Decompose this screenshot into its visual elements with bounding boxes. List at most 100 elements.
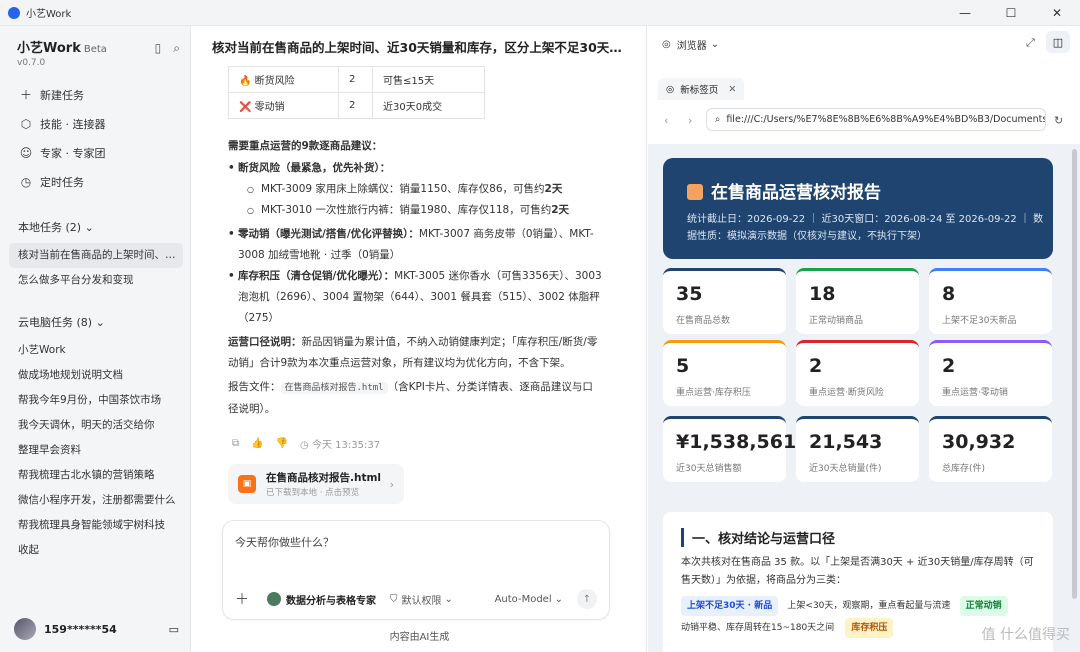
task-item[interactable]: 帮我梳理具身智能领域宇树科技: [9, 513, 183, 538]
file-status: 已下载到本地 · 点击预览: [266, 488, 360, 498]
close-icon[interactable]: ✕: [728, 84, 736, 95]
browser-label[interactable]: 浏览器: [677, 37, 707, 52]
kpi-value: 2: [809, 355, 823, 377]
section-text: 本次共核对在售商品 35 款。以「上架是否满30天 + 近30天销量/库存周转（…: [681, 557, 1034, 586]
copy-icon[interactable]: ⧉: [232, 438, 239, 449]
expert-selector[interactable]: 数据分析与表格专家: [286, 592, 376, 607]
bullet-title: 断货风险（最紧急，优先补货）：: [238, 162, 391, 174]
thumbs-down-icon[interactable]: 👎: [276, 438, 288, 449]
add-icon[interactable]: ＋: [235, 589, 249, 609]
chevron-right-icon: ›: [389, 477, 394, 491]
chat-panel: 核对当前在售商品的上架时间、近30天销量和库存，区分上架不足30天的新品 🔥 断…: [192, 26, 647, 652]
title-bar: 小艺Work — ☐ ✕: [0, 0, 1080, 26]
expand-icon[interactable]: ⤢: [1026, 36, 1035, 50]
model-selector[interactable]: Auto-Model: [495, 594, 552, 605]
report-file-code[interactable]: 在售商品核对报告.html: [280, 382, 388, 394]
report-meta-line2: 据性质：模拟演示数据（仅核对与建议，不执行下架）: [687, 231, 927, 242]
permission-selector[interactable]: 默认权限: [402, 592, 442, 607]
report-page: 在售商品运营核对报告 统计截止日：2026-09-22 ｜ 近30天窗口：202…: [648, 144, 1080, 652]
version-label: v0.7.0: [17, 58, 46, 68]
kpi-label: 总库存(件): [942, 464, 986, 474]
section-title: 一、核对结论与运营口径: [681, 528, 835, 547]
kpi-value: 21,543: [809, 431, 883, 453]
chevron-down-icon: ⌄: [95, 316, 105, 329]
beta-badge: Beta: [83, 44, 107, 55]
task-item[interactable]: 核对当前在售商品的上架时间、近30天销量和库存，区分上架不足30天的新品: [9, 243, 183, 268]
menu-skills[interactable]: ⬡ 技能 · 连接器: [0, 109, 191, 138]
table-cell: 2: [338, 92, 373, 119]
menu-new-task[interactable]: ＋ 新建任务: [0, 80, 191, 109]
heading: 需要重点运营的9款逐商品建议：: [228, 140, 383, 152]
kpi-card: ¥1,538,561 近30天总销售额: [663, 416, 796, 482]
kpi-card: 2 重点运营·断货风险: [796, 340, 919, 406]
sidebar: 小艺Work Beta v0.7.0 ▯ ⌕ ＋新建任务 ⬡ 技能 · 连接器 ☺ 专…: [0, 26, 191, 652]
split-view-icon[interactable]: ◫: [1046, 31, 1070, 53]
input-placeholder[interactable]: 今天帮你做些什么？: [235, 534, 334, 550]
file-attachment[interactable]: ▣ 在售商品核对报告.html 已下载到本地 · 点击预览 ›: [228, 464, 404, 504]
menu-experts[interactable]: ☺ 专家 · 专家团: [0, 138, 191, 167]
report-meta-line1: 统计截止日：2026-09-22 ｜ 近30天窗口：2026-08-24 至 2…: [687, 214, 1044, 225]
message-icon[interactable]: ▭: [169, 623, 179, 636]
local-tasks-header[interactable]: 本地任务 (2) ⌄: [18, 219, 94, 235]
kpi-card: 18 正常动销商品: [796, 268, 919, 334]
task-item[interactable]: 小艺Work: [9, 338, 183, 363]
user-profile[interactable]: 159******54 ▭: [14, 618, 179, 640]
globe-icon: ◎: [666, 83, 675, 95]
brand: 小艺Work Beta v0.7.0: [17, 37, 107, 68]
menu-label: 技能 · 连接器: [40, 117, 106, 131]
kpi-label: 上架不足30天新品: [942, 316, 1017, 326]
sidebar-toggle-icon[interactable]: ▯: [155, 41, 162, 56]
back-icon[interactable]: ‹: [664, 114, 668, 127]
kpi-label: 近30天总销量(件): [809, 464, 882, 474]
cloud-tasks-header[interactable]: 云电脑任务 (8) ⌄: [18, 314, 105, 330]
chevron-down-icon: ⌄: [84, 221, 94, 234]
task-item[interactable]: 帮我梳理古北水镇的营销策略: [9, 463, 183, 488]
close-icon[interactable]: ✕: [1034, 0, 1080, 26]
task-item[interactable]: 整理早会资料: [9, 438, 183, 463]
table-cell: 零动销: [254, 102, 285, 113]
tag-normal: 正常动销: [959, 596, 1008, 616]
app-logo-icon: [8, 6, 20, 19]
tag-desc: 动销平稳、库存周转在15~180天之间: [681, 623, 835, 633]
maximize-icon[interactable]: ☐: [988, 0, 1034, 26]
task-item[interactable]: 做成场地规划说明文档: [9, 363, 183, 388]
kpi-value: ¥1,538,561: [676, 431, 797, 453]
menu-label: 专家 · 专家团: [40, 146, 106, 160]
task-item[interactable]: 我今天调休，明天的活交给你: [9, 413, 183, 438]
task-item[interactable]: 帮我今年9月份，中国茶饮市场: [9, 388, 183, 413]
search-icon[interactable]: ⌕: [173, 41, 180, 56]
kpi-value: 18: [809, 283, 836, 305]
table-cell: 2: [338, 66, 373, 93]
refresh-icon[interactable]: ↻: [1054, 114, 1063, 127]
collapse-link[interactable]: 收起: [9, 538, 183, 563]
shield-icon: ⛉: [390, 593, 398, 605]
tab-new[interactable]: ◎ 新标签页 ✕: [658, 78, 745, 100]
scrollbar[interactable]: [1072, 149, 1077, 599]
tag-new: 上架不足30天 · 新品: [681, 596, 779, 616]
tag-overstock: 库存积压: [845, 618, 894, 638]
thumbs-up-icon[interactable]: 👍: [251, 438, 263, 449]
minimize-icon[interactable]: —: [942, 0, 988, 26]
url-input[interactable]: ⌕ file:///C:/Users/%E7%8E%8B%E6%8B%A9%E4…: [706, 108, 1046, 131]
search-icon: ⌕: [715, 114, 721, 125]
local-tasks-label: 本地任务 (2): [18, 221, 82, 234]
para-title: 运营口径说明：: [228, 336, 302, 348]
chevron-down-icon[interactable]: ⌄: [711, 39, 719, 50]
send-button[interactable]: ↑: [577, 589, 597, 609]
menu-scheduled[interactable]: ◷ 定时任务: [0, 167, 191, 196]
chat-input[interactable]: 今天帮你做些什么？ ＋ 数据分析与表格专家 ⛉ 默认权限 ⌄ Auto-Mode…: [222, 520, 610, 620]
expert-avatar: [267, 592, 281, 606]
kpi-card: 5 重点运营·库存积压: [663, 340, 786, 406]
message-content: 需要重点运营的9款逐商品建议： 断货风险（最紧急，优先补货）： MKT-3009…: [228, 136, 603, 420]
kpi-card: 8 上架不足30天新品: [929, 268, 1052, 334]
menu-label: 新建任务: [40, 88, 84, 102]
forward-icon[interactable]: ›: [688, 114, 692, 127]
tab-label: 新标签页: [680, 85, 719, 96]
task-item[interactable]: 微信小程序开发，注册都需要什么: [9, 488, 183, 513]
bullet-title: 零动销（曝光测试/搭售/优化评替换）：: [238, 228, 419, 240]
table-row: ❌ 零动销 2 近30天0成交: [228, 92, 485, 119]
chevron-down-icon: ⌄: [444, 593, 453, 605]
task-item[interactable]: 怎么做多平台分发和变现: [9, 268, 183, 293]
kpi-label: 近30天总销售额: [676, 464, 742, 474]
cross-icon: ❌: [239, 102, 252, 113]
